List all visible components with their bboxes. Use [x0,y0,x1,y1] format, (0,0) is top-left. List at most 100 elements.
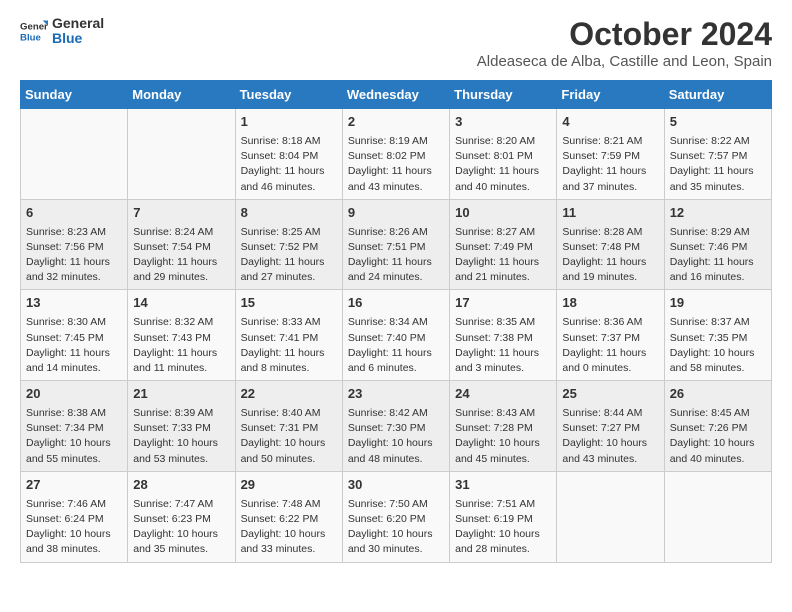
day-number: 21 [133,385,229,404]
day-number: 18 [562,294,658,313]
day-number: 4 [562,113,658,132]
day-number: 1 [241,113,337,132]
day-number: 22 [241,385,337,404]
cell-content: Sunrise: 8:20 AM Sunset: 8:01 PM Dayligh… [455,134,551,195]
day-number: 13 [26,294,122,313]
day-number: 26 [670,385,766,404]
weekday-header-tuesday: Tuesday [235,81,342,109]
calendar-cell: 28Sunrise: 7:47 AM Sunset: 6:23 PM Dayli… [128,471,235,562]
day-number: 12 [670,204,766,223]
cell-content: Sunrise: 8:44 AM Sunset: 7:27 PM Dayligh… [562,406,658,467]
day-number: 29 [241,476,337,495]
month-title: October 2024 [477,16,772,53]
weekday-header-sunday: Sunday [21,81,128,109]
cell-content: Sunrise: 8:42 AM Sunset: 7:30 PM Dayligh… [348,406,444,467]
calendar-cell: 1 Sunrise: 8:18 AM Sunset: 8:04 PM Daylig… [235,109,342,200]
cell-content: Sunrise: 8:26 AM Sunset: 7:51 PM Dayligh… [348,225,444,286]
location-subtitle: Aldeaseca de Alba, Castille and Leon, Sp… [477,53,772,70]
calendar-cell: 9 Sunrise: 8:26 AM Sunset: 7:51 PM Daylig… [342,199,449,290]
calendar-cell: 20 Sunrise: 8:38 AM Sunset: 7:34 PM Dayli… [21,381,128,472]
weekday-header-saturday: Saturday [664,81,771,109]
day-number: 7 [133,204,229,223]
weekday-header-wednesday: Wednesday [342,81,449,109]
calendar-week-row: 1 Sunrise: 8:18 AM Sunset: 8:04 PM Daylig… [21,109,772,200]
cell-content: Sunrise: 8:36 AM Sunset: 7:37 PM Dayligh… [562,315,658,376]
day-number: 23 [348,385,444,404]
title-block: October 2024 Aldeaseca de Alba, Castille… [477,16,772,70]
calendar-cell: 30 Sunrise: 7:50 AM Sunset: 6:20 PM Dayli… [342,471,449,562]
cell-content: Sunrise: 8:43 AM Sunset: 7:28 PM Dayligh… [455,406,551,467]
calendar-cell [557,471,664,562]
weekday-header-thursday: Thursday [450,81,557,109]
calendar-cell: 8Sunrise: 8:25 AM Sunset: 7:52 PM Daylig… [235,199,342,290]
day-number: 24 [455,385,551,404]
cell-content: Sunrise: 8:18 AM Sunset: 8:04 PM Dayligh… [241,134,337,195]
cell-content: Sunrise: 8:45 AM Sunset: 7:26 PM Dayligh… [670,406,766,467]
calendar-cell: 12 Sunrise: 8:29 AM Sunset: 7:46 PM Dayli… [664,199,771,290]
cell-content: Sunrise: 8:34 AM Sunset: 7:40 PM Dayligh… [348,315,444,376]
calendar-cell: 11Sunrise: 8:28 AM Sunset: 7:48 PM Dayli… [557,199,664,290]
cell-content: Sunrise: 8:35 AM Sunset: 7:38 PM Dayligh… [455,315,551,376]
calendar-cell: 25Sunrise: 8:44 AM Sunset: 7:27 PM Dayli… [557,381,664,472]
day-number: 5 [670,113,766,132]
day-number: 9 [348,204,444,223]
calendar-cell: 3Sunrise: 8:20 AM Sunset: 8:01 PM Daylig… [450,109,557,200]
logo-icon: General Blue [20,17,48,45]
calendar-week-row: 27 Sunrise: 7:46 AM Sunset: 6:24 PM Dayli… [21,471,772,562]
calendar-cell: 4Sunrise: 8:21 AM Sunset: 7:59 PM Daylig… [557,109,664,200]
calendar-cell [128,109,235,200]
weekday-header-friday: Friday [557,81,664,109]
page-header: General Blue General Blue October 2024 A… [20,16,772,70]
cell-content: Sunrise: 8:40 AM Sunset: 7:31 PM Dayligh… [241,406,337,467]
calendar-cell: 31 Sunrise: 7:51 AM Sunset: 6:19 PM Dayli… [450,471,557,562]
calendar-week-row: 6 Sunrise: 8:23 AM Sunset: 7:56 PM Daylig… [21,199,772,290]
calendar-cell: 7 Sunrise: 8:24 AM Sunset: 7:54 PM Daylig… [128,199,235,290]
calendar-table: SundayMondayTuesdayWednesdayThursdayFrid… [20,80,772,563]
calendar-cell: 27 Sunrise: 7:46 AM Sunset: 6:24 PM Dayli… [21,471,128,562]
calendar-cell: 16 Sunrise: 8:34 AM Sunset: 7:40 PM Dayli… [342,290,449,381]
calendar-cell: 22 Sunrise: 8:40 AM Sunset: 7:31 PM Dayli… [235,381,342,472]
day-number: 17 [455,294,551,313]
calendar-cell [664,471,771,562]
cell-content: Sunrise: 8:33 AM Sunset: 7:41 PM Dayligh… [241,315,337,376]
logo-text-line2: Blue [52,31,104,46]
day-number: 28 [133,476,229,495]
logo-text-line1: General [52,16,104,31]
day-number: 15 [241,294,337,313]
cell-content: Sunrise: 7:46 AM Sunset: 6:24 PM Dayligh… [26,497,122,558]
calendar-cell: 23 Sunrise: 8:42 AM Sunset: 7:30 PM Dayli… [342,381,449,472]
day-number: 31 [455,476,551,495]
cell-content: Sunrise: 8:38 AM Sunset: 7:34 PM Dayligh… [26,406,122,467]
day-number: 20 [26,385,122,404]
cell-content: Sunrise: 8:24 AM Sunset: 7:54 PM Dayligh… [133,225,229,286]
logo: General Blue General Blue [20,16,104,47]
cell-content: Sunrise: 8:25 AM Sunset: 7:52 PM Dayligh… [241,225,337,286]
day-number: 30 [348,476,444,495]
calendar-cell: 18 Sunrise: 8:36 AM Sunset: 7:37 PM Dayli… [557,290,664,381]
day-number: 10 [455,204,551,223]
calendar-cell: 5 Sunrise: 8:22 AM Sunset: 7:57 PM Daylig… [664,109,771,200]
cell-content: Sunrise: 8:22 AM Sunset: 7:57 PM Dayligh… [670,134,766,195]
day-number: 14 [133,294,229,313]
calendar-cell: 14Sunrise: 8:32 AM Sunset: 7:43 PM Dayli… [128,290,235,381]
cell-content: Sunrise: 7:51 AM Sunset: 6:19 PM Dayligh… [455,497,551,558]
calendar-cell: 6 Sunrise: 8:23 AM Sunset: 7:56 PM Daylig… [21,199,128,290]
cell-content: Sunrise: 8:29 AM Sunset: 7:46 PM Dayligh… [670,225,766,286]
day-number: 2 [348,113,444,132]
calendar-cell: 2Sunrise: 8:19 AM Sunset: 8:02 PM Daylig… [342,109,449,200]
cell-content: Sunrise: 8:28 AM Sunset: 7:48 PM Dayligh… [562,225,658,286]
cell-content: Sunrise: 8:23 AM Sunset: 7:56 PM Dayligh… [26,225,122,286]
day-number: 16 [348,294,444,313]
cell-content: Sunrise: 7:50 AM Sunset: 6:20 PM Dayligh… [348,497,444,558]
weekday-header-monday: Monday [128,81,235,109]
cell-content: Sunrise: 8:37 AM Sunset: 7:35 PM Dayligh… [670,315,766,376]
calendar-cell: 29Sunrise: 7:48 AM Sunset: 6:22 PM Dayli… [235,471,342,562]
svg-text:Blue: Blue [20,33,41,44]
day-number: 27 [26,476,122,495]
calendar-cell: 19Sunrise: 8:37 AM Sunset: 7:35 PM Dayli… [664,290,771,381]
cell-content: Sunrise: 8:30 AM Sunset: 7:45 PM Dayligh… [26,315,122,376]
calendar-cell: 15 Sunrise: 8:33 AM Sunset: 7:41 PM Dayli… [235,290,342,381]
day-number: 6 [26,204,122,223]
cell-content: Sunrise: 8:27 AM Sunset: 7:49 PM Dayligh… [455,225,551,286]
calendar-cell: 21Sunrise: 8:39 AM Sunset: 7:33 PM Dayli… [128,381,235,472]
